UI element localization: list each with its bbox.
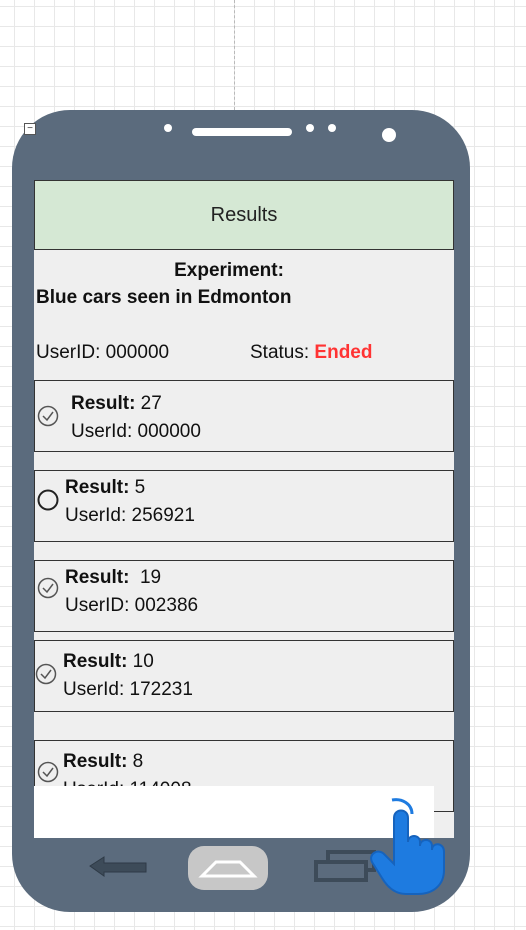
status-label: Status: — [250, 342, 315, 363]
home-icon — [198, 860, 258, 878]
result-value: 5 — [129, 477, 146, 498]
sensor-dot — [164, 124, 172, 132]
check-circle-icon[interactable] — [37, 761, 59, 783]
front-camera-icon — [382, 128, 396, 142]
check-circle-icon[interactable] — [37, 405, 59, 427]
result-line: Result: 19 — [65, 567, 161, 589]
result-label: Result: — [71, 393, 136, 414]
result-card[interactable]: Result: 27 UserId: 000000 — [34, 380, 454, 452]
result-user-id: UserId: 256921 — [65, 505, 195, 526]
result-value: 19 — [129, 567, 162, 588]
status-value: Ended — [314, 342, 373, 363]
result-label: Result: — [65, 567, 130, 588]
check-circle-icon[interactable] — [35, 663, 57, 685]
home-button[interactable] — [188, 846, 268, 890]
result-line: Result: 27 — [71, 393, 162, 415]
result-label: Result: — [65, 477, 130, 498]
result-line: Result: 10 — [63, 651, 154, 673]
result-label: Result: — [63, 651, 128, 672]
sensor-dot — [306, 124, 314, 132]
empty-circle-icon[interactable] — [37, 489, 59, 511]
result-card[interactable]: Result: 10 UserId: 172231 — [34, 640, 454, 712]
hand-pointer-icon — [370, 798, 445, 895]
status: Status: Ended — [250, 342, 372, 364]
user-id: UserID: 000000 — [36, 342, 170, 363]
speaker-grille — [192, 128, 292, 136]
result-value: 10 — [127, 651, 154, 672]
result-user-id: UserId: 172231 — [63, 679, 193, 700]
sensor-dot — [328, 124, 336, 132]
result-user-id: UserID: 002386 — [65, 595, 199, 616]
result-line: Result: 8 — [63, 751, 143, 773]
result-line: Result: 5 — [65, 477, 145, 499]
phone-screen: Results Experiment: Blue cars seen in Ed… — [34, 180, 454, 838]
page-title: Results — [210, 203, 278, 226]
result-value: 8 — [127, 751, 144, 772]
result-card[interactable]: Result: 5 UserId: 256921 — [34, 470, 454, 542]
back-arrow-icon[interactable] — [86, 852, 152, 880]
title-bar: Results — [34, 180, 454, 250]
result-user-id: UserId: 000000 — [71, 421, 201, 442]
collapse-toggle-icon[interactable]: − — [24, 123, 36, 135]
result-card[interactable]: Result: 19 UserID: 002386 — [34, 560, 454, 632]
check-circle-icon[interactable] — [37, 577, 59, 599]
result-value: 27 — [135, 393, 162, 414]
result-label: Result: — [63, 751, 128, 772]
experiment-label: Experiment: — [174, 260, 284, 281]
experiment-name: Blue cars seen in Edmonton — [36, 287, 292, 308]
canvas-guide-line — [234, 0, 235, 110]
